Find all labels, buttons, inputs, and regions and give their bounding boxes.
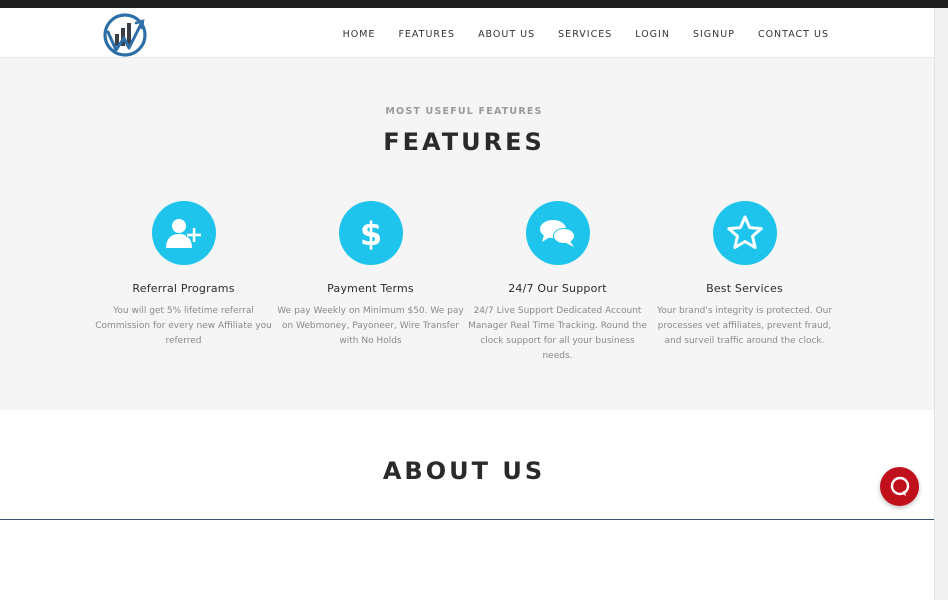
chart-logo-icon[interactable] (102, 12, 148, 58)
feature-card-referral: Referral Programs You will get 5% lifeti… (90, 201, 277, 349)
features-section: MOST USEFUL FEATURES FEATURES Referral P… (0, 58, 934, 410)
section-divider (0, 519, 934, 520)
chat-bubbles-icon (525, 201, 590, 265)
svg-text:$: $ (359, 215, 381, 252)
nav-item-signup: SIGNUP (693, 24, 735, 42)
navbar: HOME FEATURES ABOUT US SERVICES LOGIN SI… (0, 8, 934, 58)
feature-text: Your brand's integrity is protected. Our… (656, 306, 833, 346)
nav-item-login: LOGIN (635, 24, 670, 42)
about-title: ABOUT US (382, 457, 546, 485)
feature-title: Payment Terms (327, 282, 414, 295)
nav-link-services[interactable]: SERVICES (558, 29, 612, 40)
nav-link-login[interactable]: LOGIN (635, 29, 670, 40)
feature-card-payment: $ Payment Terms We pay Weekly on Minimum… (277, 201, 464, 349)
feature-text: You will get 5% lifetime referral Commis… (95, 306, 272, 346)
feature-title: Referral Programs (132, 282, 235, 295)
dollar-icon: $ (338, 201, 403, 265)
chat-widget-button[interactable] (880, 467, 919, 506)
main-nav: HOME FEATURES ABOUT US SERVICES LOGIN SI… (343, 8, 829, 58)
nav-item-services: SERVICES (558, 24, 612, 42)
feature-title: Best Services (706, 282, 783, 295)
feature-text: We pay Weekly on Minimum $50. We pay on … (277, 306, 464, 346)
nav-item-home: HOME (343, 24, 376, 42)
feature-card-services: Best Services Your brand's integrity is … (651, 201, 838, 349)
nav-link-contact-us[interactable]: CONTACT US (758, 29, 829, 40)
feature-title: 24/7 Our Support (508, 282, 607, 295)
nav-link-about-us[interactable]: ABOUT US (478, 29, 535, 40)
nav-item-features: FEATURES (398, 24, 455, 42)
features-eyebrow: MOST USEFUL FEATURES (385, 106, 543, 117)
feature-text: 24/7 Live Support Dedicated Account Mana… (468, 306, 647, 361)
nav-link-signup[interactable]: SIGNUP (693, 29, 735, 40)
top-bar (0, 0, 948, 8)
nav-link-home[interactable]: HOME (343, 29, 376, 40)
about-section: ABOUT US (0, 410, 934, 520)
star-icon (712, 201, 777, 265)
nav-link-features[interactable]: FEATURES (398, 29, 455, 40)
user-plus-icon (151, 201, 216, 265)
feature-card-support: 24/7 Our Support 24/7 Live Support Dedic… (464, 201, 651, 364)
features-title: FEATURES (383, 128, 545, 156)
nav-item-contact-us: CONTACT US (758, 24, 829, 42)
nav-item-about-us: ABOUT US (478, 24, 535, 42)
page-scrollbar[interactable] (934, 8, 948, 600)
chat-widget-icon (890, 476, 909, 496)
